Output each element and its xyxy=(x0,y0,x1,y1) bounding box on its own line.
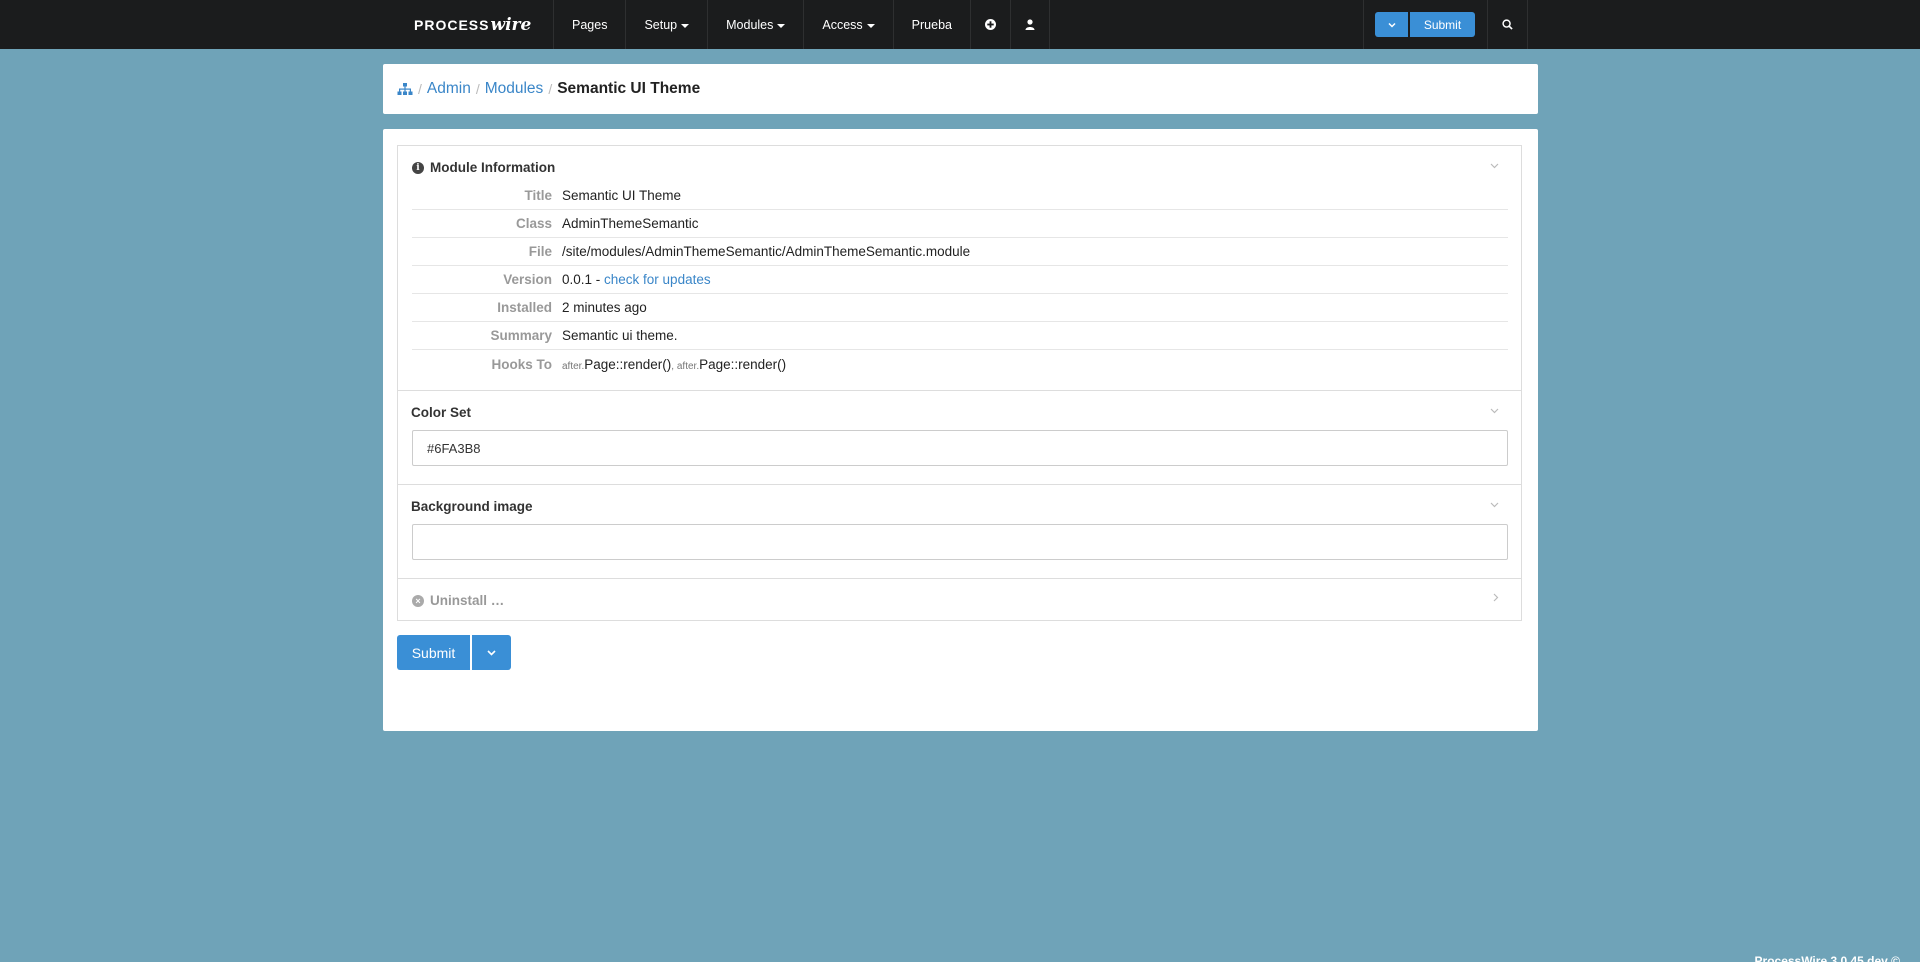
info-value: Semantic ui theme. xyxy=(562,328,678,343)
collapse-toggle[interactable] xyxy=(1490,405,1499,417)
processwire-logo[interactable]: PROCESS wire xyxy=(394,0,554,49)
nav-add-new[interactable] xyxy=(971,0,1011,49)
nav-search[interactable] xyxy=(1488,0,1528,49)
footer-text: ProcessWire 3.0.45 dev © xyxy=(1754,954,1900,962)
uninstall-heading[interactable]: × Uninstall … xyxy=(412,593,504,608)
nav-label-access: Access xyxy=(822,17,863,32)
close-circle-icon: × xyxy=(412,594,424,607)
caret-down-icon xyxy=(681,24,690,28)
breadcrumb-separator: / xyxy=(475,81,480,97)
background-image-label[interactable]: Background image xyxy=(411,499,533,514)
chevron-right-icon xyxy=(1493,593,1499,602)
nav-item-access[interactable]: Access xyxy=(804,0,894,49)
nav-user[interactable] xyxy=(1011,0,1050,49)
form-submit-group: Submit xyxy=(397,635,511,670)
breadcrumb-modules[interactable]: Modules xyxy=(485,80,544,98)
chevron-down-icon xyxy=(1490,163,1499,169)
info-label: Hooks To xyxy=(491,356,553,372)
nav-label-pages: Pages xyxy=(572,17,608,32)
module-info-fieldset: i Module Information Title Semantic UI T… xyxy=(397,145,1522,391)
info-row-version: Version 0.0.1 - check for updates xyxy=(412,266,1508,294)
hook-prefix: after. xyxy=(562,360,585,372)
info-value: 2 minutes ago xyxy=(562,300,647,315)
collapse-toggle[interactable] xyxy=(1490,499,1499,511)
top-nav-inner: PROCESS wire Pages Setup Modules Access P… xyxy=(394,0,1528,49)
nav-label-setup: Setup xyxy=(644,17,678,32)
submit-button[interactable]: Submit xyxy=(397,635,470,670)
top-submit-button[interactable]: Submit xyxy=(1410,12,1475,37)
module-info-heading[interactable]: i Module Information xyxy=(412,160,555,175)
user-icon xyxy=(1025,19,1035,30)
nav-item-pages[interactable]: Pages xyxy=(554,0,627,49)
color-set-label[interactable]: Color Set xyxy=(411,405,471,420)
info-label: Title xyxy=(524,188,552,203)
search-icon xyxy=(1502,19,1513,30)
info-value: 0.0.1 - check for updates xyxy=(562,272,711,287)
uninstall-label: Uninstall … xyxy=(430,593,505,608)
chevron-down-icon xyxy=(1490,408,1499,414)
module-info-heading-label: Module Information xyxy=(430,160,556,175)
breadcrumb-admin[interactable]: Admin xyxy=(427,80,471,98)
info-label: Installed xyxy=(497,300,552,315)
color-set-input[interactable] xyxy=(412,430,1508,466)
chevron-down-icon xyxy=(1490,502,1499,508)
info-value: AdminThemeSemantic xyxy=(562,216,699,231)
breadcrumb: / Admin / Modules / Semantic UI Theme xyxy=(383,64,1538,114)
info-label: Class xyxy=(515,216,552,231)
expand-toggle[interactable] xyxy=(1493,593,1499,605)
submit-dropdown-button[interactable] xyxy=(472,635,511,670)
nav-label-prueba: Prueba xyxy=(911,17,952,32)
chevron-down-icon xyxy=(1387,22,1396,28)
uninstall-fieldset[interactable]: × Uninstall … xyxy=(397,578,1522,621)
top-submit-group: Submit xyxy=(1363,0,1488,49)
breadcrumb-separator: / xyxy=(418,81,422,97)
plus-circle-icon xyxy=(984,19,996,30)
nav-item-prueba[interactable]: Prueba xyxy=(894,0,971,49)
nav-item-setup[interactable]: Setup xyxy=(626,0,709,49)
chevron-down-icon xyxy=(487,649,496,656)
hook-name: Page::render() xyxy=(699,356,787,372)
info-label: File xyxy=(528,244,552,259)
info-label: Summary xyxy=(490,328,552,343)
top-nav-bar: PROCESS wire Pages Setup Modules Access P… xyxy=(0,0,1920,49)
check-updates-link[interactable]: check for updates xyxy=(604,272,711,287)
hook-name: Page::render() xyxy=(584,356,672,372)
breadcrumb-separator: / xyxy=(548,81,553,97)
info-label: Version xyxy=(503,272,552,287)
hook-prefix: after. xyxy=(676,360,700,372)
info-row-hooks: Hooks To after.Page::render(), after.Pag… xyxy=(412,350,1508,378)
info-row-file: File /site/modules/AdminThemeSemantic/Ad… xyxy=(412,238,1508,266)
page-title: Semantic UI Theme xyxy=(557,80,701,97)
nav-label-modules: Modules xyxy=(726,17,774,32)
info-row-title: Title Semantic UI Theme xyxy=(412,182,1508,210)
info-value: Semantic UI Theme xyxy=(562,188,682,203)
info-row-summary: Summary Semantic ui theme. xyxy=(412,322,1508,350)
info-row-installed: Installed 2 minutes ago xyxy=(412,294,1508,322)
nav-item-modules[interactable]: Modules xyxy=(708,0,805,49)
info-value: /site/modules/AdminThemeSemantic/AdminTh… xyxy=(562,244,971,259)
caret-down-icon xyxy=(866,24,875,28)
background-image-input[interactable] xyxy=(412,524,1508,560)
main-panel: i Module Information Title Semantic UI T… xyxy=(383,129,1538,731)
background-image-fieldset: Background image xyxy=(397,484,1522,579)
version-number: 0.0.1 - xyxy=(562,272,605,287)
info-icon: i xyxy=(412,161,424,174)
info-row-class: Class AdminThemeSemantic xyxy=(412,210,1508,238)
top-submit-dropdown-button[interactable] xyxy=(1375,12,1408,37)
sitemap-icon[interactable] xyxy=(397,82,413,96)
info-value: after.Page::render(), after.Page::render… xyxy=(562,357,786,372)
module-info-table: Title Semantic UI Theme Class AdminTheme… xyxy=(412,182,1508,378)
caret-down-icon xyxy=(777,24,786,28)
collapse-toggle[interactable] xyxy=(1490,160,1499,172)
color-set-fieldset: Color Set xyxy=(397,390,1522,485)
